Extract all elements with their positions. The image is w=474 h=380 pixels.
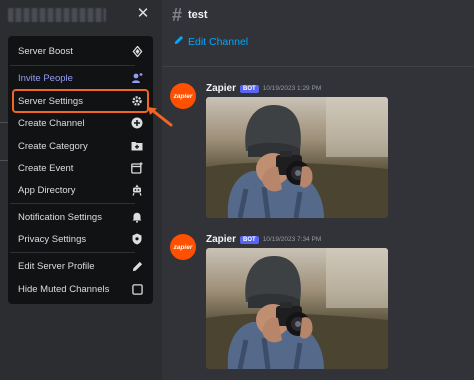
avatar-text: zapier (173, 243, 193, 251)
menu-item-label: Edit Server Profile (18, 260, 95, 272)
menu-divider (10, 65, 135, 66)
menu-item-notification-settings[interactable]: Notification Settings (14, 207, 147, 227)
avatar-text: zapier (173, 92, 193, 100)
add-user-icon (131, 72, 143, 84)
gear-icon (131, 95, 143, 107)
menu-item-label: Hide Muted Channels (18, 283, 110, 295)
message-timestamp: 10/19/2023 1:29 PM (262, 85, 322, 92)
avatar[interactable]: zapier (170, 234, 196, 260)
message: zapier Zapier BOT 10/19/2023 7:34 PM (170, 234, 470, 370)
close-icon[interactable]: ✕ (136, 6, 150, 21)
bot-badge: BOT (240, 235, 259, 244)
avatar[interactable]: zapier (170, 83, 196, 109)
menu-item-label: Create Event (18, 162, 74, 174)
menu-item-server-settings[interactable]: Server Settings (12, 89, 149, 113)
pencil-icon (131, 260, 143, 272)
message-image-attachment[interactable] (206, 248, 388, 369)
shield-icon (131, 233, 143, 245)
menu-item-create-category[interactable]: Create Category (14, 136, 147, 156)
menu-item-hide-muted-channels[interactable]: Hide Muted Channels (14, 279, 147, 299)
bell-icon (131, 211, 143, 223)
menu-item-app-directory[interactable]: App Directory (14, 180, 147, 200)
menu-item-label: Create Channel (18, 117, 85, 129)
menu-divider (10, 252, 135, 253)
annotation-arrow (145, 104, 173, 133)
server-name-redacted (8, 8, 106, 22)
edit-channel-link[interactable]: Edit Channel (174, 35, 248, 48)
menu-item-label: Notification Settings (18, 211, 102, 223)
menu-item-privacy-settings[interactable]: Privacy Settings (14, 229, 147, 249)
message-header: Zapier BOT 10/19/2023 7:34 PM (206, 234, 321, 245)
menu-item-label: Invite People (18, 72, 73, 84)
folder-plus-icon (131, 140, 143, 152)
menu-item-label: App Directory (18, 184, 76, 196)
menu-item-label: Server Boost (18, 45, 73, 57)
plus-circle-icon (131, 117, 143, 129)
menu-item-create-channel[interactable]: Create Channel (14, 113, 147, 133)
menu-item-edit-server-profile[interactable]: Edit Server Profile (14, 256, 147, 276)
edit-channel-label: Edit Channel (188, 35, 249, 48)
boost-icon (131, 45, 143, 57)
message-timestamp: 10/19/2023 7:34 PM (262, 236, 322, 243)
calendar-plus-icon (131, 162, 143, 174)
menu-divider (10, 203, 135, 204)
message-author[interactable]: Zapier (206, 83, 236, 94)
menu-item-label: Server Settings (18, 95, 83, 107)
bot-badge: BOT (240, 84, 259, 93)
menu-item-create-event[interactable]: Create Event (14, 158, 147, 178)
menu-item-invite-people[interactable]: Invite People (14, 68, 147, 88)
channel-name: test (188, 9, 208, 21)
menu-item-label: Create Category (18, 140, 88, 152)
menu-item-label: Privacy Settings (18, 233, 87, 245)
pencil-icon (174, 35, 188, 48)
message-author[interactable]: Zapier (206, 234, 236, 245)
message: zapier Zapier BOT 10/19/2023 1:29 PM (170, 83, 470, 218)
robot-icon (131, 184, 143, 196)
hash-icon: # (172, 4, 183, 25)
checkbox-icon[interactable] (131, 283, 143, 295)
menu-item-server-boost[interactable]: Server Boost (14, 41, 147, 61)
message-image-attachment[interactable] (206, 97, 388, 218)
message-divider (162, 66, 474, 67)
message-header: Zapier BOT 10/19/2023 1:29 PM (206, 83, 321, 94)
channel-header: # test (162, 0, 474, 30)
